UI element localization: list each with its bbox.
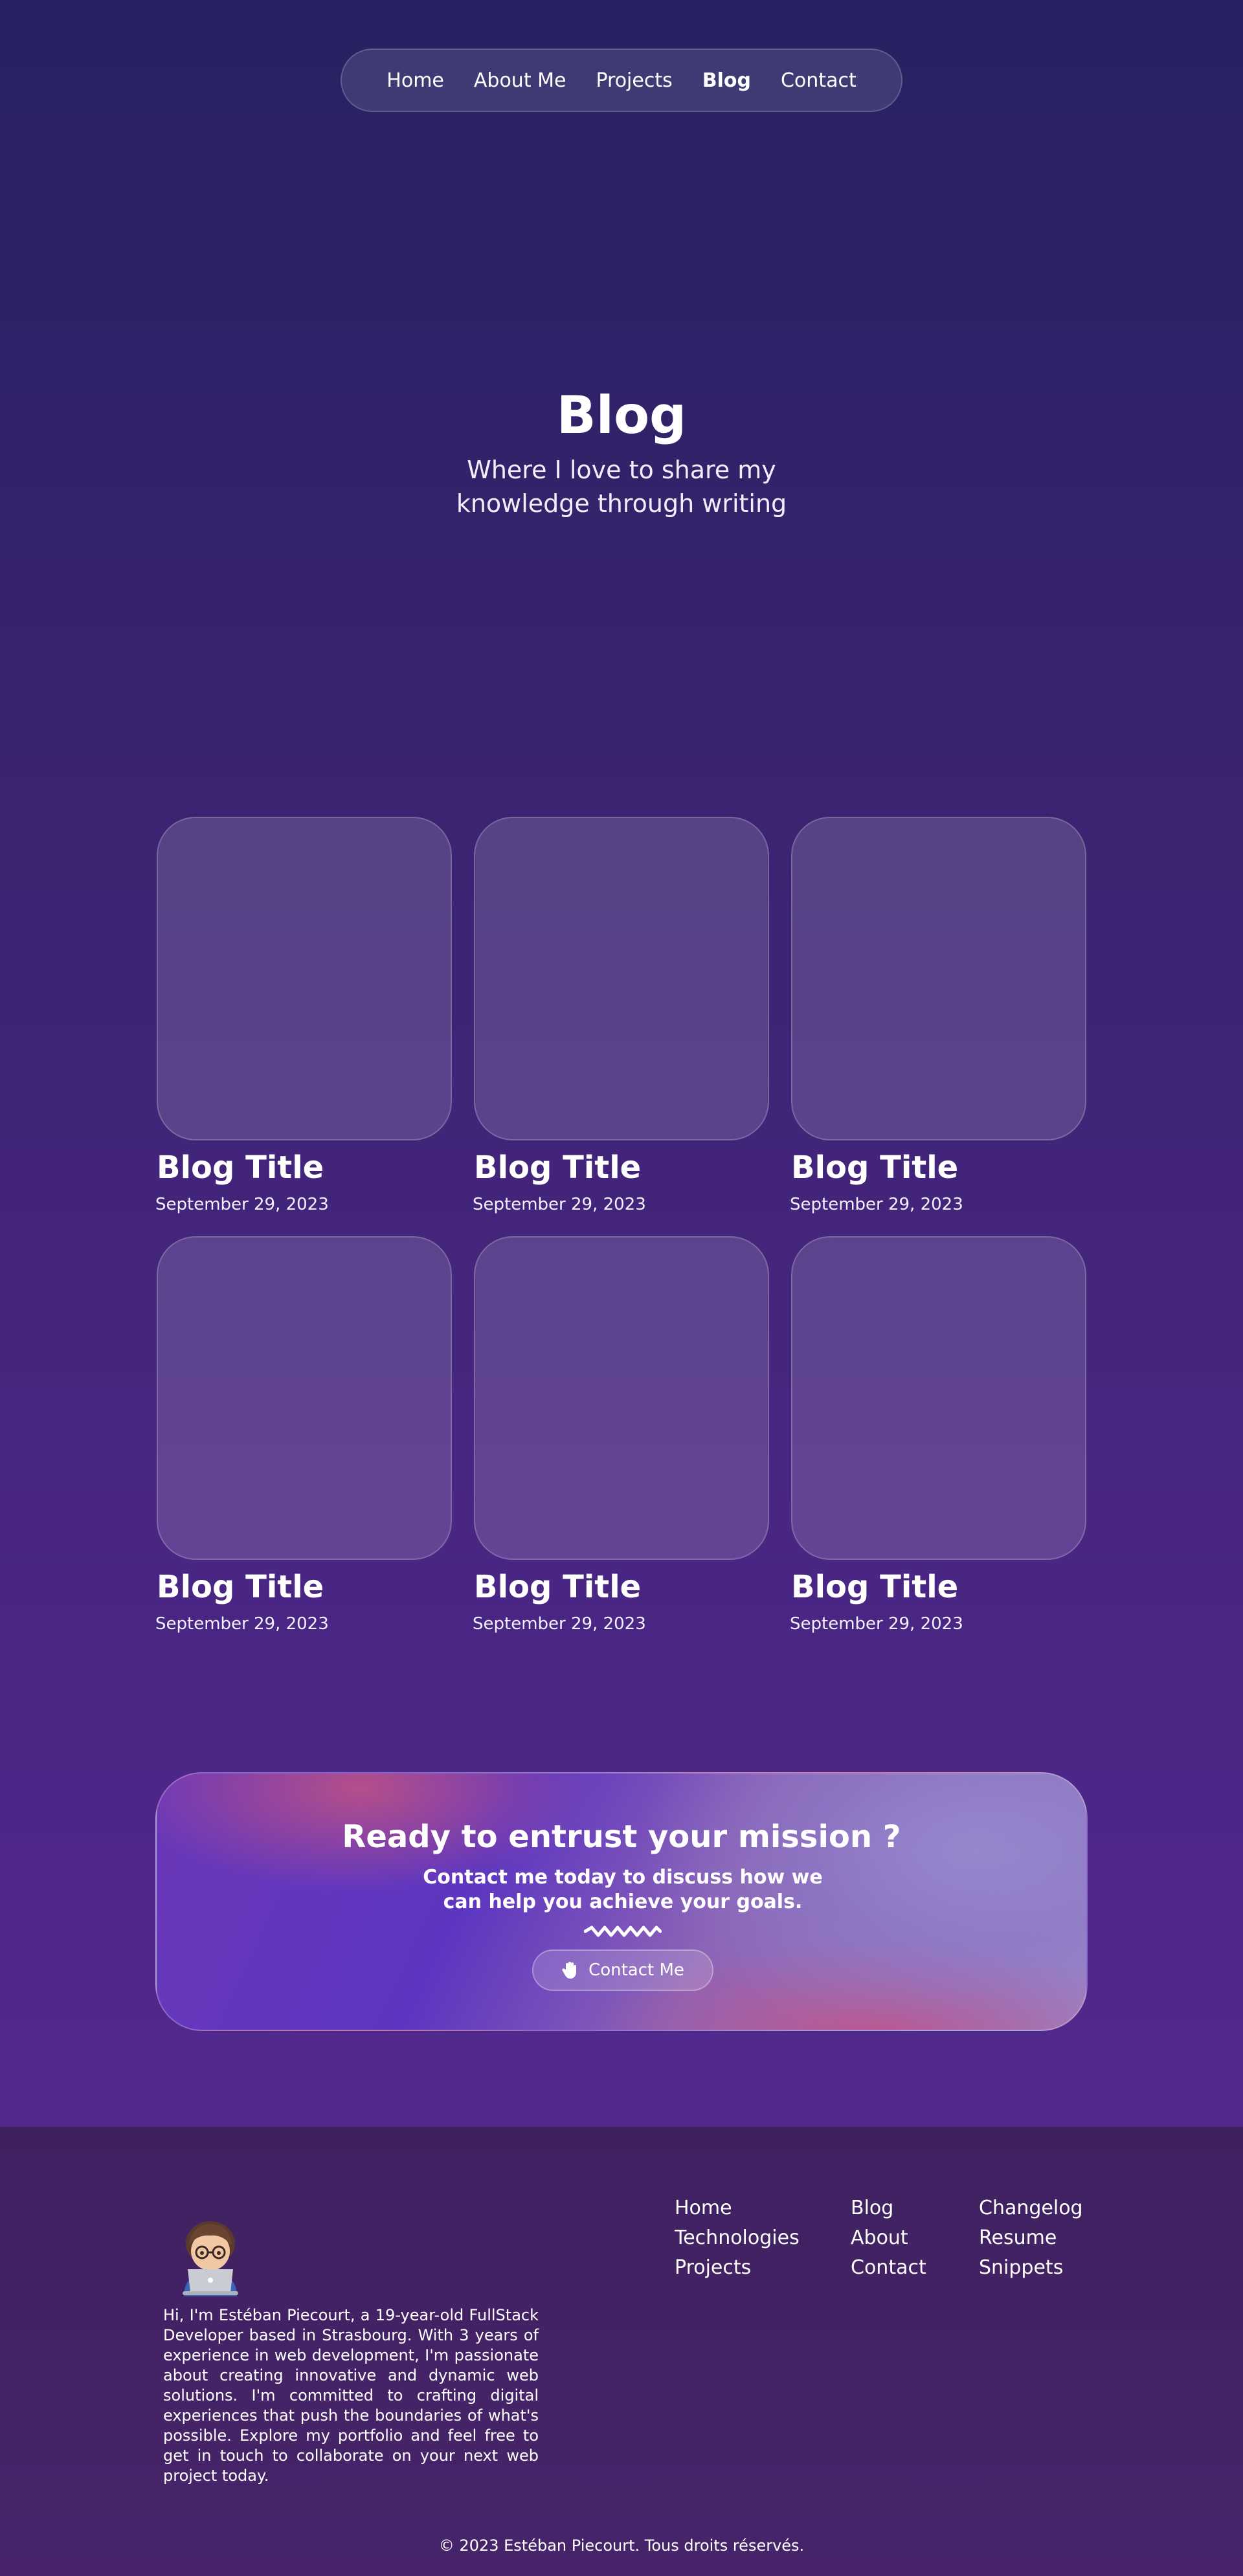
nav-home-link[interactable]: Home	[386, 69, 444, 92]
blog-card-title[interactable]: Blog Title	[157, 1148, 473, 1187]
blog-card-image[interactable]	[791, 817, 1086, 1140]
blog-card-title[interactable]: Blog Title	[474, 1148, 790, 1187]
nav-about-link[interactable]: About Me	[474, 69, 566, 92]
blog-card-date: September 29, 2023	[790, 1195, 963, 1214]
waving-hand-icon	[562, 1962, 577, 1979]
blog-card[interactable]: Blog Title September 29, 2023	[473, 1236, 790, 1634]
page-subtitle: Where I love to share my knowledge throu…	[456, 456, 787, 518]
blog-card[interactable]: Blog Title September 29, 2023	[155, 1236, 473, 1634]
blog-card-image[interactable]	[474, 817, 769, 1140]
contact-cta-panel: Ready to entrust your mission ? Contact …	[155, 1772, 1088, 2031]
cta-title: Ready to entrust your mission ?	[342, 1819, 901, 1855]
nav-contact-link[interactable]: Contact	[781, 69, 857, 92]
blog-card-title[interactable]: Blog Title	[791, 1568, 1107, 1606]
blog-card-date: September 29, 2023	[790, 1614, 963, 1634]
nav-blog-link[interactable]: Blog	[702, 69, 751, 92]
footer-link-home[interactable]: Home	[675, 2195, 800, 2221]
top-navigation: Home About Me Projects Blog Contact	[341, 49, 902, 112]
footer-link-projects[interactable]: Projects	[675, 2255, 800, 2281]
cta-subtitle: Contact me today to discuss how we can h…	[423, 1866, 823, 1913]
blog-card[interactable]: Blog Title September 29, 2023	[790, 817, 1107, 1214]
avatar	[183, 2221, 238, 2296]
footer-links-column: Changelog Resume Snippets	[979, 2195, 1083, 2281]
site-footer: Hi, I'm Estéban Piecourt, a 19-year-old …	[0, 2127, 1243, 2576]
blog-card[interactable]: Blog Title September 29, 2023	[790, 1236, 1107, 1634]
blog-card[interactable]: Blog Title September 29, 2023	[155, 817, 473, 1214]
footer-bio: Hi, I'm Estéban Piecourt, a 19-year-old …	[163, 2306, 539, 2485]
blog-card-image[interactable]	[474, 1236, 769, 1560]
nav-projects-link[interactable]: Projects	[596, 69, 672, 92]
footer-link-technologies[interactable]: Technologies	[675, 2225, 800, 2251]
footer-link-blog[interactable]: Blog	[851, 2195, 926, 2221]
blog-card-image[interactable]	[157, 817, 452, 1140]
blog-card-image[interactable]	[791, 1236, 1086, 1560]
blog-card-date: September 29, 2023	[473, 1195, 646, 1214]
page-title: Blog	[556, 385, 687, 445]
blog-card[interactable]: Blog Title September 29, 2023	[473, 817, 790, 1214]
blog-card-date: September 29, 2023	[473, 1614, 646, 1634]
contact-me-button[interactable]: Contact Me	[532, 1949, 713, 1991]
footer-link-snippets[interactable]: Snippets	[979, 2255, 1083, 2281]
blog-card-image[interactable]	[157, 1236, 452, 1560]
squiggle-divider-icon	[584, 1926, 662, 1937]
contact-me-label: Contact Me	[588, 1960, 684, 1980]
blog-card-date: September 29, 2023	[155, 1614, 329, 1634]
footer-link-about[interactable]: About	[851, 2225, 926, 2251]
footer-link-resume[interactable]: Resume	[979, 2225, 1083, 2251]
footer-link-changelog[interactable]: Changelog	[979, 2195, 1083, 2221]
blog-card-title[interactable]: Blog Title	[157, 1568, 473, 1606]
blog-card-title[interactable]: Blog Title	[791, 1148, 1107, 1187]
footer-links-column: Blog About Contact	[851, 2195, 926, 2281]
blog-card-date: September 29, 2023	[155, 1195, 329, 1214]
footer-links-column: Home Technologies Projects	[675, 2195, 800, 2281]
footer-link-contact[interactable]: Contact	[851, 2255, 926, 2281]
blog-card-title[interactable]: Blog Title	[474, 1568, 790, 1606]
copyright-text: © 2023 Estéban Piecourt. Tous droits rés…	[438, 2537, 805, 2555]
